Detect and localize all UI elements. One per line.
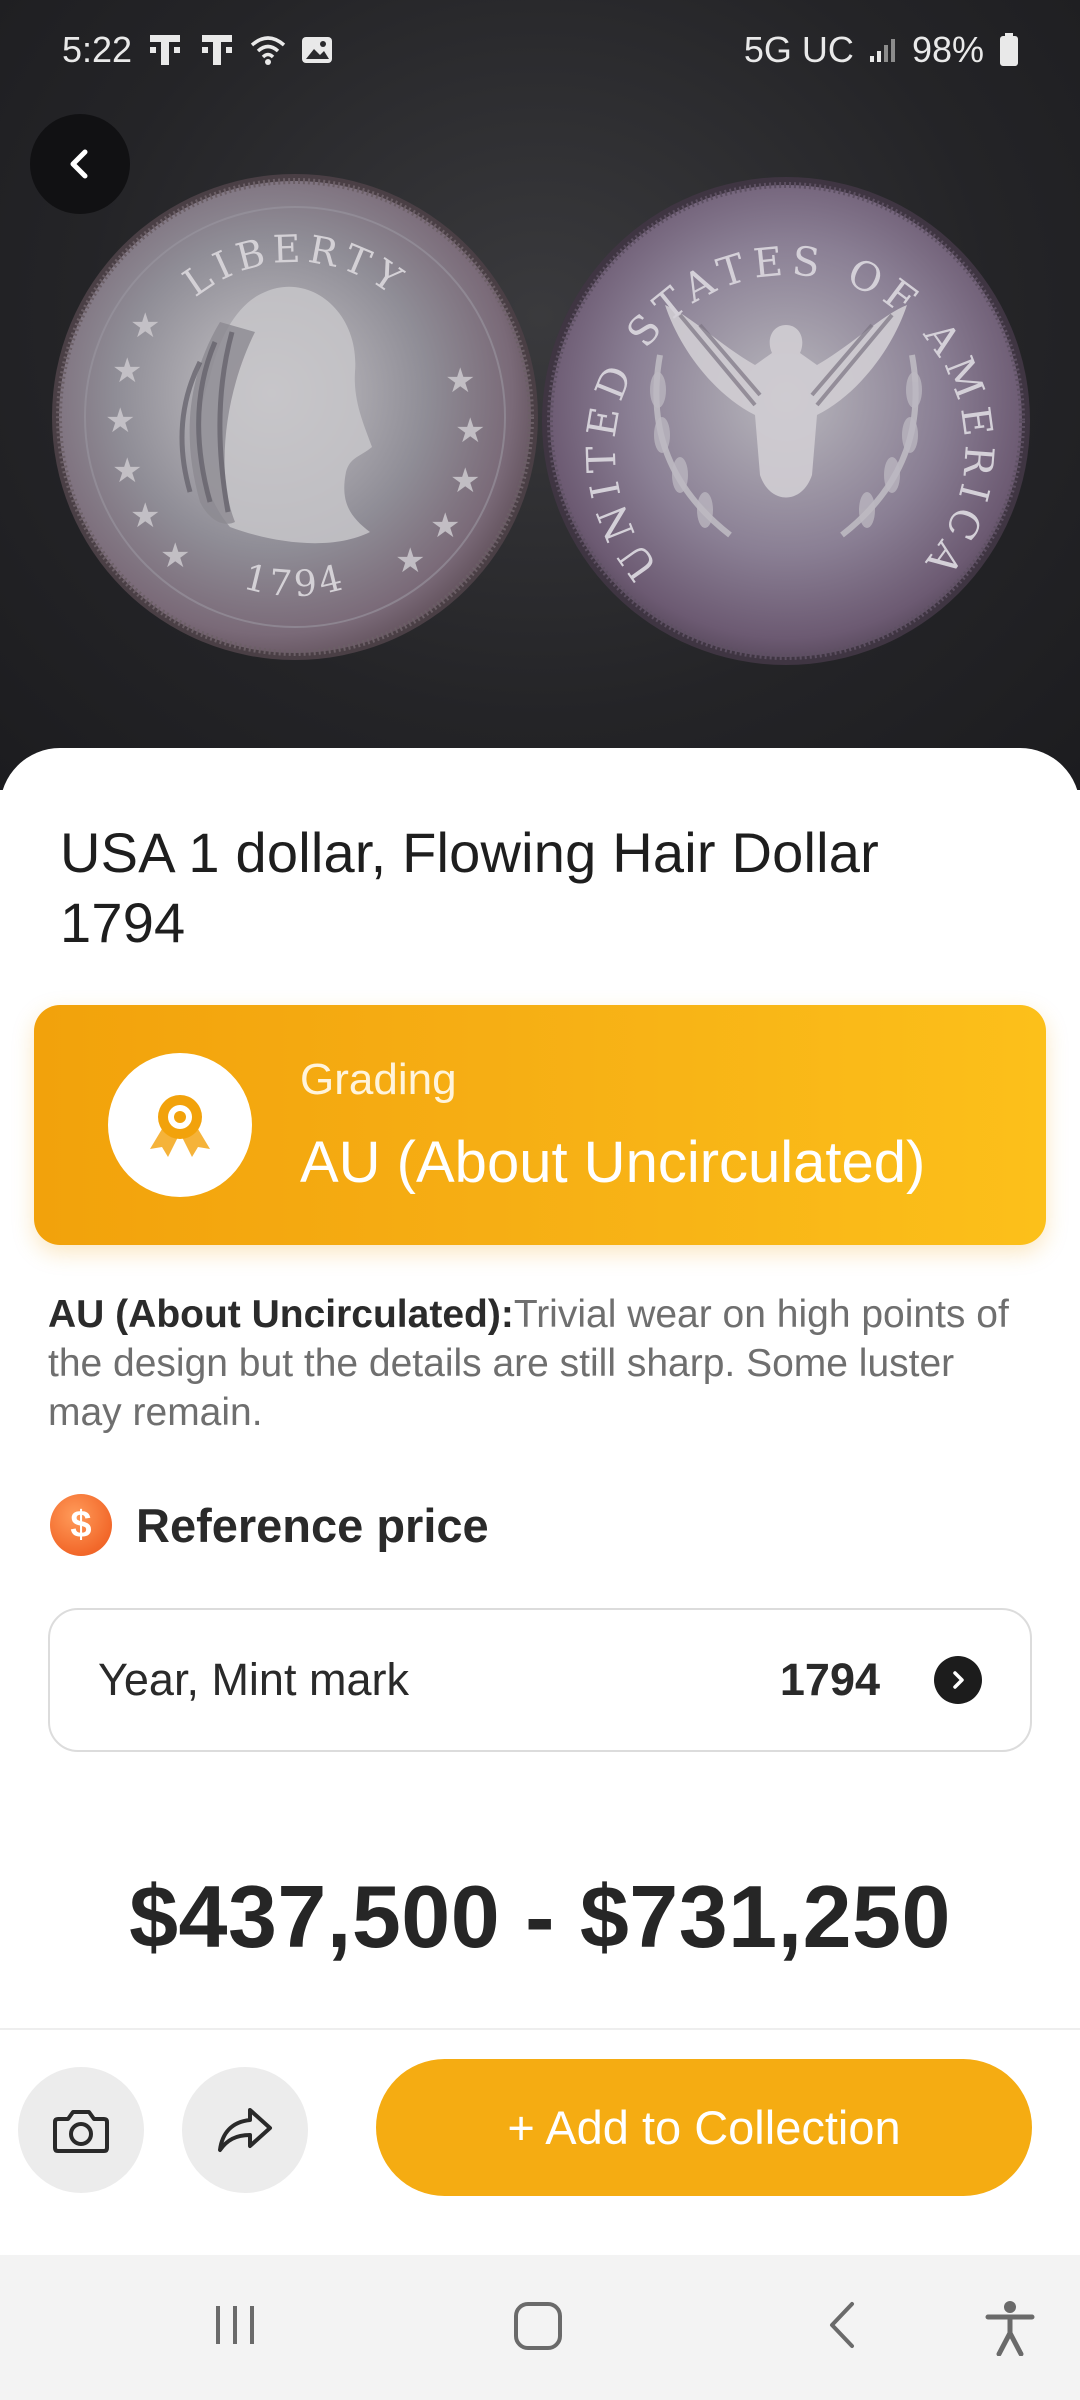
carrier-icon <box>198 31 236 69</box>
accessibility-button[interactable] <box>984 2300 1036 2356</box>
signal-icon <box>868 36 898 64</box>
grading-value: AU (About Uncirculated) <box>300 1130 926 1195</box>
svg-text:★: ★ <box>455 411 485 451</box>
add-to-collection-button[interactable]: + Add to Collection <box>376 2059 1032 2196</box>
coin-title: USA 1 dollar, Flowing Hair Dollar 1794 <box>60 821 879 954</box>
status-time: 5:22 <box>62 29 133 70</box>
battery-percent: 98% <box>911 29 984 70</box>
status-bar: 5:22 5G UC 98% <box>0 0 1080 100</box>
image-notification-icon <box>300 34 334 66</box>
recent-apps-icon <box>216 2306 254 2344</box>
grade-badge <box>108 1053 252 1197</box>
price-range: $437,500 - $731,250 <box>129 1867 951 1966</box>
year-mint-mark-label: Year, Mint mark <box>98 1654 409 1705</box>
home-button[interactable] <box>512 2300 564 2352</box>
svg-text:★: ★ <box>395 541 425 581</box>
svg-text:★: ★ <box>450 461 480 501</box>
system-back-button[interactable] <box>818 2300 868 2350</box>
home-icon <box>514 2302 562 2350</box>
reference-price-label: Reference price <box>136 1498 489 1552</box>
svg-text:★: ★ <box>445 361 475 401</box>
coin-obverse-image: ★ ★ ★ ★ ★ ★ ★ ★ ★ ★ ★ LIBERTY 1794 <box>52 174 538 660</box>
accessibility-icon <box>985 2301 1035 2356</box>
svg-text:★: ★ <box>112 451 142 491</box>
svg-text:★: ★ <box>105 401 135 441</box>
grade-description-term: AU (About Uncirculated): <box>48 1293 514 1336</box>
grading-label: Grading <box>300 1055 457 1104</box>
coin-image-header: 5:22 5G UC 98% ★ ★ ★ ★ ★ ★ ★ ★ ★ ★ ★ LIB… <box>0 0 1080 790</box>
award-ribbon-icon <box>150 1095 210 1157</box>
svg-text:★: ★ <box>112 351 142 391</box>
share-icon <box>218 2108 272 2152</box>
camera-button[interactable] <box>18 2067 144 2193</box>
wifi-icon <box>250 34 286 66</box>
svg-text:★: ★ <box>130 306 160 346</box>
grading-card: Grading AU (About Uncirculated) <box>34 1005 1046 1245</box>
battery-icon <box>998 32 1020 68</box>
svg-text:★: ★ <box>430 506 460 546</box>
share-button[interactable] <box>182 2067 308 2193</box>
back-button[interactable] <box>30 114 130 214</box>
grade-description: AU (About Uncirculated):Trivial wear on … <box>48 1290 1033 1437</box>
coin-reverse-image: UNITED STATES OF AMERICA <box>542 177 1030 665</box>
svg-text:★: ★ <box>130 496 160 536</box>
camera-icon <box>53 2110 109 2153</box>
svg-text:★: ★ <box>160 536 190 576</box>
recent-apps-button[interactable] <box>210 2300 260 2350</box>
year-mint-mark-selector[interactable]: Year, Mint mark 1794 <box>48 1608 1032 1752</box>
carrier-icon <box>146 31 184 69</box>
dollar-coin-icon: $ <box>50 1494 112 1556</box>
network-type: 5G UC <box>743 29 854 70</box>
chevron-right-icon <box>934 1656 982 1704</box>
reference-price-header: $ Reference price <box>50 1494 489 1556</box>
back-arrow-icon <box>830 2302 854 2348</box>
chevron-left-icon <box>70 149 88 179</box>
year-mint-mark-value: 1794 <box>779 1654 880 1705</box>
